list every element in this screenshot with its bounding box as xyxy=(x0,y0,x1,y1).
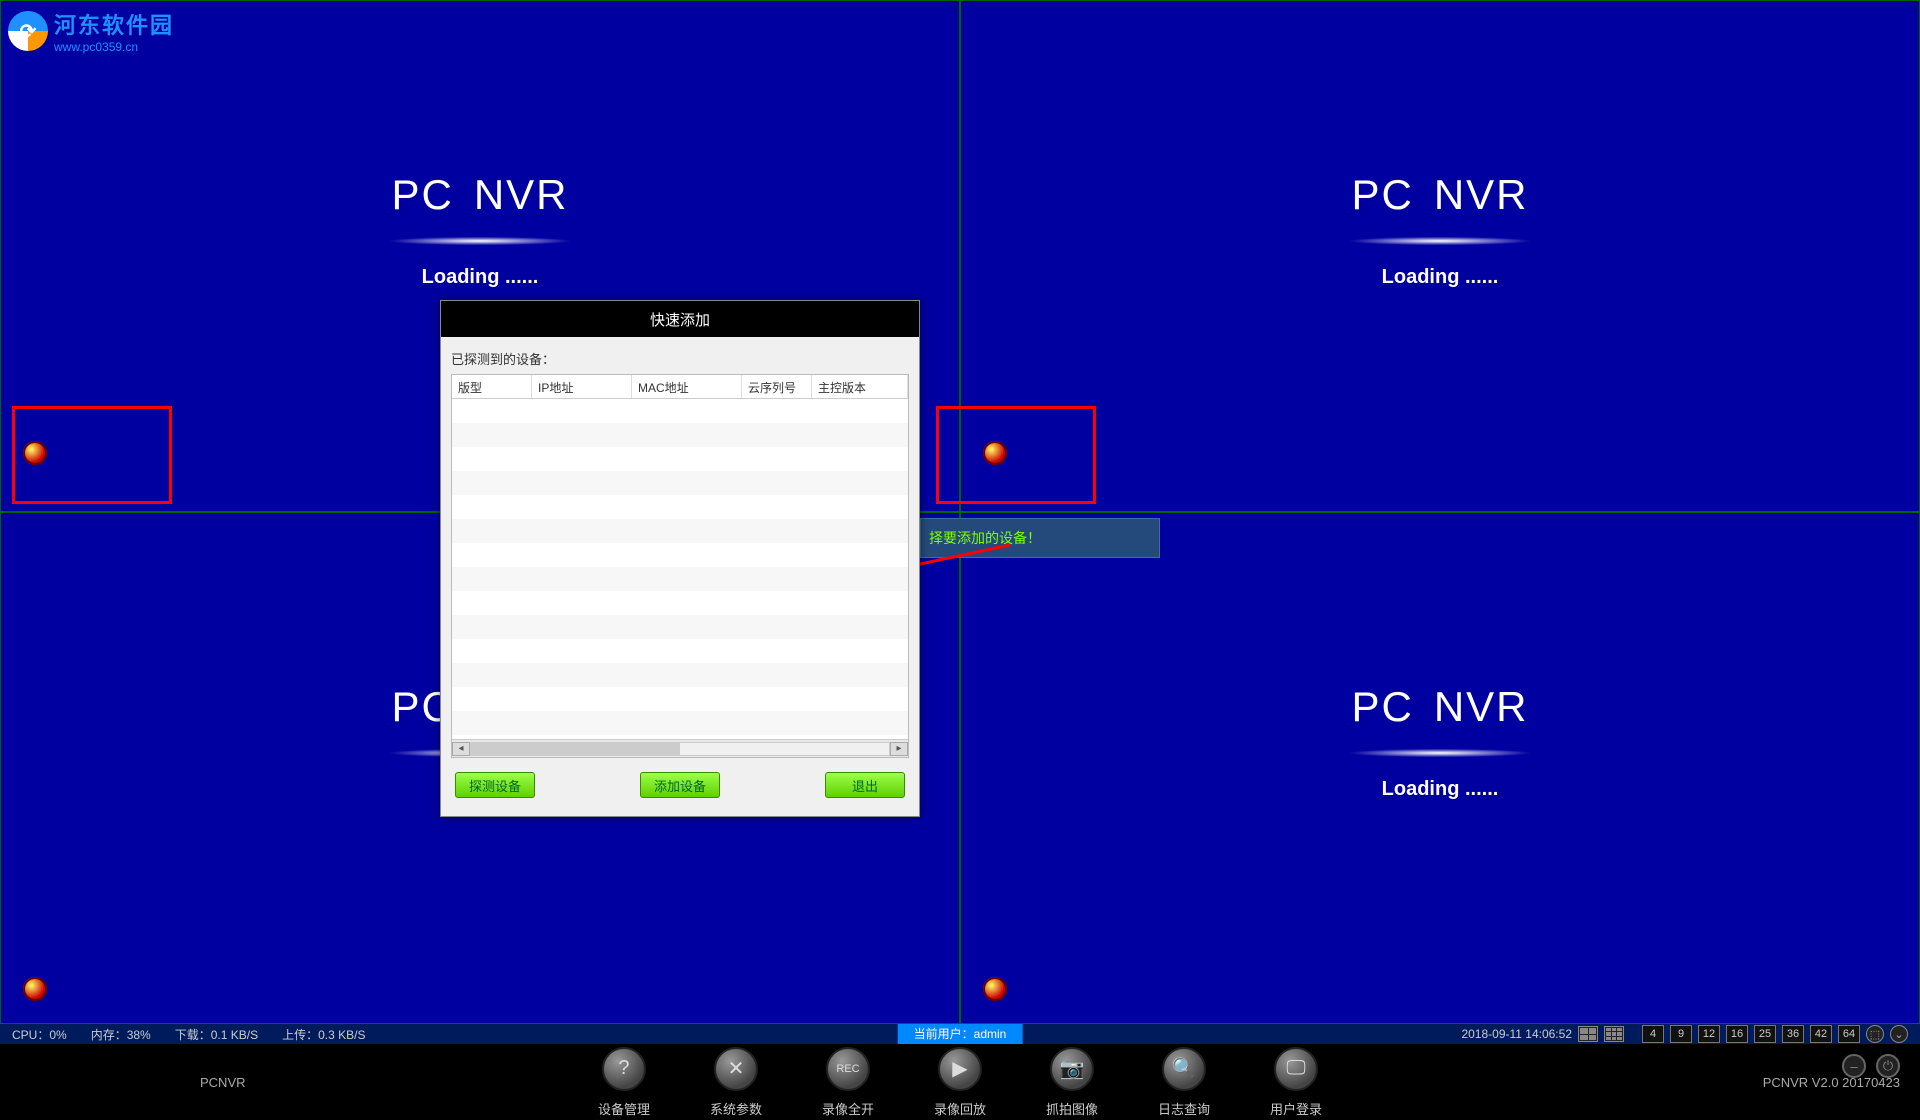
title-underline xyxy=(1310,234,1570,248)
table-header: 版型 IP地址 MAC地址 云序列号 主控版本 xyxy=(452,375,908,399)
col-mac[interactable]: MAC地址 xyxy=(632,375,742,398)
upload-speed: 上传：0.3 KB/S xyxy=(282,1026,365,1043)
device-manage-button[interactable]: ?设备管理 xyxy=(598,1047,650,1118)
log-query-button[interactable]: 🔍日志查询 xyxy=(1158,1047,1210,1118)
channel-title: PCNVR xyxy=(391,171,568,220)
layout-4-button[interactable]: 4 xyxy=(1642,1025,1664,1043)
col-model[interactable]: 版型 xyxy=(452,375,532,398)
monitor-icon: 🖵 xyxy=(1274,1047,1318,1091)
device-table: 版型 IP地址 MAC地址 云序列号 主控版本 ◂ ▸ xyxy=(451,374,909,758)
scroll-right-icon[interactable]: ▸ xyxy=(890,742,908,756)
user-login-button[interactable]: 🖵用户登录 xyxy=(1270,1047,1322,1118)
annotation-highlight-1 xyxy=(12,406,172,504)
layout-64-button[interactable]: 64 xyxy=(1838,1025,1860,1043)
question-icon: ? xyxy=(602,1047,646,1091)
rec-icon: REC xyxy=(826,1047,870,1091)
title-underline xyxy=(1310,746,1570,760)
layout-12-button[interactable]: 12 xyxy=(1698,1025,1720,1043)
detect-device-button[interactable]: 探测设备 xyxy=(455,772,535,798)
col-cloud-sn[interactable]: 云序列号 xyxy=(742,375,812,398)
layout-36-button[interactable]: 36 xyxy=(1782,1025,1804,1043)
status-bar: CPU：0% 内存：38% 下载：0.1 KB/S 上传：0.3 KB/S 当前… xyxy=(0,1024,1920,1044)
app-version: PCNVR V2.0 20170423 xyxy=(1763,1075,1900,1090)
loading-text: Loading ...... xyxy=(1382,778,1499,801)
toolbar-buttons: ?设备管理 ✕系统参数 REC录像全开 ▶录像回放 📷抓拍图像 🔍日志查询 🖵用… xyxy=(598,1047,1322,1118)
channel-title: PCNVR xyxy=(1351,683,1528,732)
cpu-usage: CPU：0% xyxy=(12,1026,67,1043)
fullscreen-button[interactable]: ⬚ xyxy=(1866,1025,1884,1043)
col-fw-version[interactable]: 主控版本 xyxy=(812,375,908,398)
annotation-highlight-2 xyxy=(936,406,1096,504)
layout-25-button[interactable]: 25 xyxy=(1754,1025,1776,1043)
play-icon: ▶ xyxy=(938,1047,982,1091)
dialog-title: 快速添加 xyxy=(441,301,919,337)
exit-button[interactable]: 退出 xyxy=(825,772,905,798)
probed-devices-label: 已探测到的设备： xyxy=(451,349,909,368)
camera-icon: 📷 xyxy=(1050,1047,1094,1091)
watermark-logo: ⟳ xyxy=(8,11,48,51)
layout-16-button[interactable]: 16 xyxy=(1726,1025,1748,1043)
collapse-button[interactable]: ⌄ xyxy=(1890,1025,1908,1043)
horizontal-scrollbar[interactable]: ◂ ▸ xyxy=(452,739,908,757)
channel-title: PCNVR xyxy=(1351,171,1528,220)
layout-42-button[interactable]: 42 xyxy=(1810,1025,1832,1043)
layout-2x2-icon[interactable] xyxy=(1578,1026,1598,1042)
title-underline xyxy=(350,234,610,248)
channel-2[interactable]: PCNVR Loading ...... xyxy=(960,0,1920,512)
system-params-button[interactable]: ✕系统参数 xyxy=(710,1047,762,1118)
watermark-url: www.pc0359.cn xyxy=(54,40,174,54)
scroll-thumb[interactable] xyxy=(471,743,680,755)
loading-text: Loading ...... xyxy=(1382,266,1499,289)
watermark-title: 河东软件园 xyxy=(54,8,174,40)
playback-button[interactable]: ▶录像回放 xyxy=(934,1047,986,1118)
layout-9-button[interactable]: 9 xyxy=(1670,1025,1692,1043)
app-name: PCNVR xyxy=(200,1075,246,1090)
record-all-button[interactable]: REC录像全开 xyxy=(822,1047,874,1118)
memory-usage: 内存：38% xyxy=(91,1026,151,1043)
video-grid: PCNVR Loading ...... PCNVR Loading .....… xyxy=(0,0,1920,1024)
record-indicator-icon xyxy=(23,977,47,1001)
main-toolbar: PCNVR ?设备管理 ✕系统参数 REC录像全开 ▶录像回放 📷抓拍图像 🔍日… xyxy=(0,1044,1920,1120)
site-watermark: ⟳ 河东软件园 www.pc0359.cn xyxy=(8,8,174,54)
search-icon: 🔍 xyxy=(1162,1047,1206,1091)
col-ip[interactable]: IP地址 xyxy=(532,375,632,398)
channel-4[interactable]: PCNVR Loading ...... xyxy=(960,512,1920,1024)
table-body-empty[interactable] xyxy=(452,399,908,739)
loading-text: Loading ...... xyxy=(422,266,539,289)
snapshot-button[interactable]: 📷抓拍图像 xyxy=(1046,1047,1098,1118)
layout-3x3-icon[interactable] xyxy=(1604,1026,1624,1042)
tools-icon: ✕ xyxy=(714,1047,758,1091)
scroll-left-icon[interactable]: ◂ xyxy=(452,742,470,756)
datetime: 2018-09-11 14:06:52 xyxy=(1461,1027,1572,1041)
record-indicator-icon xyxy=(983,977,1007,1001)
quick-add-dialog: 快速添加 已探测到的设备： 版型 IP地址 MAC地址 云序列号 主控版本 ◂ … xyxy=(440,300,920,817)
download-speed: 下载：0.1 KB/S xyxy=(175,1026,258,1043)
current-user: 当前用户：admin xyxy=(898,1024,1023,1044)
add-device-button[interactable]: 添加设备 xyxy=(640,772,720,798)
